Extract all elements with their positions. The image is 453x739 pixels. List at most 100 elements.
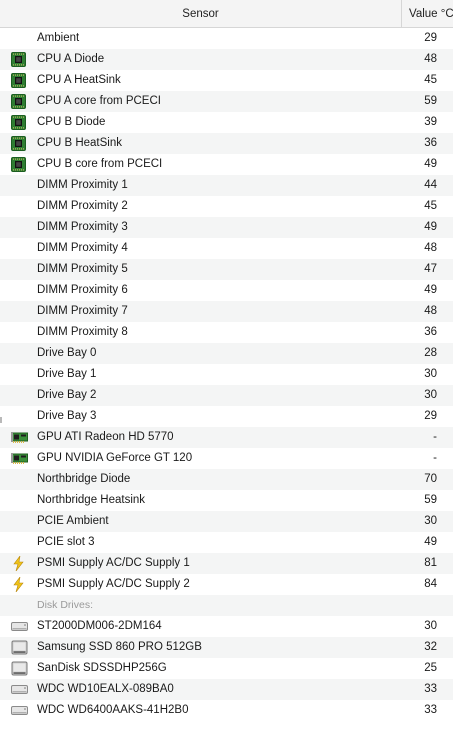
sensor-name: Northbridge Diode — [37, 473, 131, 485]
table-header: Sensor Value °C — [0, 0, 453, 28]
chip-icon — [11, 157, 26, 172]
table-row[interactable]: CPU B HeatSink 36 — [0, 133, 453, 154]
sensor-name: CPU B HeatSink — [37, 137, 123, 149]
table-row[interactable]: GPU NVIDIA GeForce GT 120 - — [0, 448, 453, 469]
gpu-card-icon — [11, 451, 28, 466]
sensor-value: 30 — [424, 368, 437, 380]
sensor-name: Ambient — [37, 32, 80, 44]
sensor-name: CPU A core from PCECI — [37, 95, 161, 107]
sensor-value: - — [433, 452, 437, 464]
table-row[interactable]: ST2000DM006-2DM164 30 — [0, 616, 453, 637]
sensor-value: 33 — [424, 683, 437, 695]
sensor-value: 59 — [424, 95, 437, 107]
sensor-value: 30 — [424, 389, 437, 401]
sensor-value: 49 — [424, 536, 437, 548]
chip-icon — [11, 115, 26, 130]
sensor-value: 44 — [424, 179, 437, 191]
table-row[interactable]: Ambient 29 — [0, 28, 453, 49]
sensor-value: 32 — [424, 641, 437, 653]
sensor-value: 48 — [424, 305, 437, 317]
sensor-name: DIMM Proximity 3 — [37, 221, 128, 233]
sensor-name: CPU B core from PCECI — [37, 158, 163, 170]
sensor-value: 25 — [424, 662, 437, 674]
lightning-icon — [11, 555, 26, 572]
sensor-name: PSMI Supply AC/DC Supply 2 — [37, 578, 190, 590]
sensor-name: SanDisk SDSSDHP256G — [37, 662, 167, 674]
sensor-value: 36 — [424, 137, 437, 149]
table-row[interactable]: SanDisk SDSSDHP256G 25 — [0, 658, 453, 679]
table-row[interactable]: WDC WD6400AAKS-41H2B0 33 — [0, 700, 453, 721]
table-row[interactable]: PCIE Ambient 30 — [0, 511, 453, 532]
table-row[interactable]: DIMM Proximity 1 44 — [0, 175, 453, 196]
table-row[interactable]: DIMM Proximity 8 36 — [0, 322, 453, 343]
sensor-name: ST2000DM006-2DM164 — [37, 620, 162, 632]
sensor-name: PCIE slot 3 — [37, 536, 95, 548]
sensor-value: 47 — [424, 263, 437, 275]
sensor-name: CPU B Diode — [37, 116, 106, 128]
sensor-value: 33 — [424, 704, 437, 716]
sensor-table: Ambient 29 CPU A Diode 48 CPU A HeatSink 45 CP… — [0, 28, 453, 721]
table-row[interactable]: CPU B core from PCECI 49 — [0, 154, 453, 175]
lightning-icon — [11, 576, 26, 593]
resize-handle[interactable] — [0, 417, 2, 423]
table-row[interactable]: Drive Bay 1 30 — [0, 364, 453, 385]
sensor-value: 59 — [424, 494, 437, 506]
sensor-name: Drive Bay 0 — [37, 347, 97, 359]
sensor-name: Samsung SSD 860 PRO 512GB — [37, 641, 202, 653]
sensor-name: WDC WD6400AAKS-41H2B0 — [37, 704, 189, 716]
chip-icon — [11, 94, 26, 109]
sensor-name: DIMM Proximity 1 — [37, 179, 128, 191]
chip-icon — [11, 136, 26, 151]
sensor-value: 30 — [424, 620, 437, 632]
table-row[interactable]: PSMI Supply AC/DC Supply 1 81 — [0, 553, 453, 574]
table-row[interactable]: CPU A Diode 48 — [0, 49, 453, 70]
sensor-name: Drive Bay 1 — [37, 368, 97, 380]
sensor-value: 84 — [424, 578, 437, 590]
gpu-card-icon — [11, 430, 28, 445]
sensor-name: DIMM Proximity 4 — [37, 242, 128, 254]
table-row[interactable]: DIMM Proximity 7 48 — [0, 301, 453, 322]
sensor-value: 45 — [424, 200, 437, 212]
sensor-name: GPU NVIDIA GeForce GT 120 — [37, 452, 193, 464]
sensor-value: 48 — [424, 53, 437, 65]
sensor-value: 81 — [424, 557, 437, 569]
hard-drive-icon — [11, 619, 28, 634]
sensor-name: CPU A HeatSink — [37, 74, 121, 86]
table-row[interactable]: Samsung SSD 860 PRO 512GB 32 — [0, 637, 453, 658]
sensor-value: 29 — [424, 410, 437, 422]
table-row[interactable]: Northbridge Heatsink 59 — [0, 490, 453, 511]
hard-drive-icon — [11, 682, 28, 697]
sensor-value: 45 — [424, 74, 437, 86]
chip-icon — [11, 73, 26, 88]
column-header-value[interactable]: Value °C — [403, 0, 453, 27]
sensor-value: 48 — [424, 242, 437, 254]
table-row[interactable]: Drive Bay 2 30 — [0, 385, 453, 406]
section-header-disk-drives: Disk Drives: — [0, 595, 453, 616]
sensor-value: 29 — [424, 32, 437, 44]
table-row[interactable]: PSMI Supply AC/DC Supply 2 84 — [0, 574, 453, 595]
column-header-sensor[interactable]: Sensor — [0, 0, 402, 27]
sensor-value: 39 — [424, 116, 437, 128]
sensor-name: DIMM Proximity 5 — [37, 263, 128, 275]
sensor-name: CPU A Diode — [37, 53, 105, 65]
sensor-name: Drive Bay 3 — [37, 410, 97, 422]
table-row[interactable]: CPU A HeatSink 45 — [0, 70, 453, 91]
sensor-name: PSMI Supply AC/DC Supply 1 — [37, 557, 190, 569]
table-row[interactable]: DIMM Proximity 6 49 — [0, 280, 453, 301]
sensor-value: 30 — [424, 515, 437, 527]
table-row[interactable]: WDC WD10EALX-089BA0 33 — [0, 679, 453, 700]
sensor-name: Northbridge Heatsink — [37, 494, 146, 506]
table-row[interactable]: Drive Bay 3 29 — [0, 406, 453, 427]
table-row[interactable]: Northbridge Diode 70 — [0, 469, 453, 490]
table-row[interactable]: DIMM Proximity 5 47 — [0, 259, 453, 280]
table-row[interactable]: DIMM Proximity 3 49 — [0, 217, 453, 238]
table-row[interactable]: GPU ATI Radeon HD 5770 - — [0, 427, 453, 448]
table-row[interactable]: DIMM Proximity 2 45 — [0, 196, 453, 217]
table-row[interactable]: Drive Bay 0 28 — [0, 343, 453, 364]
sensor-value: 70 — [424, 473, 437, 485]
table-row[interactable]: CPU A core from PCECI 59 — [0, 91, 453, 112]
table-row[interactable]: DIMM Proximity 4 48 — [0, 238, 453, 259]
table-row[interactable]: CPU B Diode 39 — [0, 112, 453, 133]
table-row[interactable]: PCIE slot 3 49 — [0, 532, 453, 553]
sensor-name: Drive Bay 2 — [37, 389, 97, 401]
